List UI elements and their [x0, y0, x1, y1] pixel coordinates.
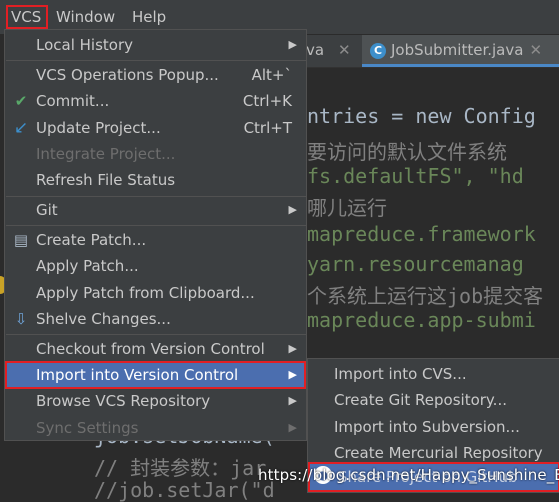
menu-item-git[interactable]: Git ▶ [5, 197, 306, 223]
code-comment: // 封装参数：jar [94, 456, 267, 480]
submenu-arrow-icon: ▶ [288, 203, 297, 216]
menu-item-checkout[interactable]: Checkout from Version Control ▶ [5, 336, 306, 362]
menu-item-apply-patch[interactable]: Apply Patch... [5, 253, 306, 279]
tab-close-icon[interactable]: ✕ [338, 34, 351, 67]
code-comment: 要访问的默认文件系统 [307, 140, 507, 164]
shortcut-label: Ctrl+K [242, 92, 292, 110]
submenu-arrow-icon: ▶ [288, 394, 297, 407]
tab-previous[interactable]: va [306, 34, 324, 67]
menu-item-import-into-vcs[interactable]: Import into Version Control ▶ [5, 361, 306, 389]
submenu-arrow-icon: ▶ [288, 38, 297, 51]
menu-separator [6, 60, 306, 61]
code-line: mapreduce.framework [307, 222, 536, 246]
tab-jobsubmitter[interactable]: C JobSubmitter.java ✕ [362, 34, 559, 67]
checkmark-icon: ✔ [14, 92, 28, 110]
shortcut-label: Alt+` [251, 66, 292, 84]
code-line: fs.defaultFS", "hd [307, 164, 524, 188]
menu-item-vcs-operations-popup[interactable]: VCS Operations Popup... Alt+` [5, 62, 306, 88]
editor-tab-strip: va ✕ C JobSubmitter.java ✕ [300, 34, 559, 68]
submenu-item-import-subversion[interactable]: Import into Subversion... [308, 414, 559, 440]
shelve-icon: ⇩ [14, 310, 28, 328]
submenu-item-create-git-repo[interactable]: Create Git Repository... [308, 387, 559, 413]
menu-separator [6, 334, 306, 335]
menu-item-integrate-project: Integrate Project... [36, 145, 176, 163]
code-comment: 哪儿运行 [307, 196, 387, 220]
patch-icon: ▤ [13, 231, 29, 249]
submenu-arrow-icon: ▶ [288, 368, 297, 381]
watermark: https://blog.csdn.net/Happy_Sunshine_Boy [258, 466, 559, 484]
menu-item-local-history[interactable]: Local History ▶ [5, 32, 306, 58]
code-comment: 个系统上运行这job提交客 [307, 284, 544, 308]
menu-separator [6, 225, 306, 226]
java-class-icon: C [370, 42, 386, 59]
shortcut-label: Ctrl+T [243, 119, 292, 137]
menu-window[interactable]: Window [52, 5, 119, 29]
menu-item-shelve-changes[interactable]: ⇩ Shelve Changes... [5, 306, 306, 332]
vcs-dropdown-menu: Local History ▶ VCS Operations Popup... Al… [4, 29, 307, 441]
menu-item-refresh-file-status[interactable]: Refresh File Status [5, 167, 306, 193]
code-line: mapreduce.app-submi [307, 308, 536, 332]
menu-item-browse-vcs-repository[interactable]: Browse VCS Repository ▶ [5, 388, 306, 414]
code-line: yarn.resourcemanag [307, 252, 524, 276]
tab-active-label: JobSubmitter.java [391, 41, 524, 59]
menu-item-apply-patch-clipboard[interactable]: Apply Patch from Clipboard... [5, 280, 306, 306]
menu-item-commit[interactable]: ✔ Commit... Ctrl+K [5, 88, 306, 114]
menu-item-create-patch[interactable]: ▤ Create Patch... [5, 227, 306, 253]
menu-vcs[interactable]: VCS [6, 5, 48, 29]
submenu-arrow-icon: ▶ [288, 421, 297, 434]
submenu-arrow-icon: ▶ [288, 342, 297, 355]
code-line: ntries = new Config [307, 104, 536, 128]
tab-close-icon[interactable]: ✕ [529, 41, 542, 59]
code-comment: //job.setJar("d [94, 478, 275, 502]
menu-item-update-project[interactable]: ↙ Update Project... Ctrl+T [5, 115, 306, 141]
menu-help[interactable]: Help [128, 5, 170, 29]
menu-item-sync-settings: Sync Settings ▶ [5, 415, 306, 441]
submenu-item-import-cvs[interactable]: Import into CVS... [308, 361, 559, 387]
update-arrow-icon: ↙ [13, 118, 29, 138]
